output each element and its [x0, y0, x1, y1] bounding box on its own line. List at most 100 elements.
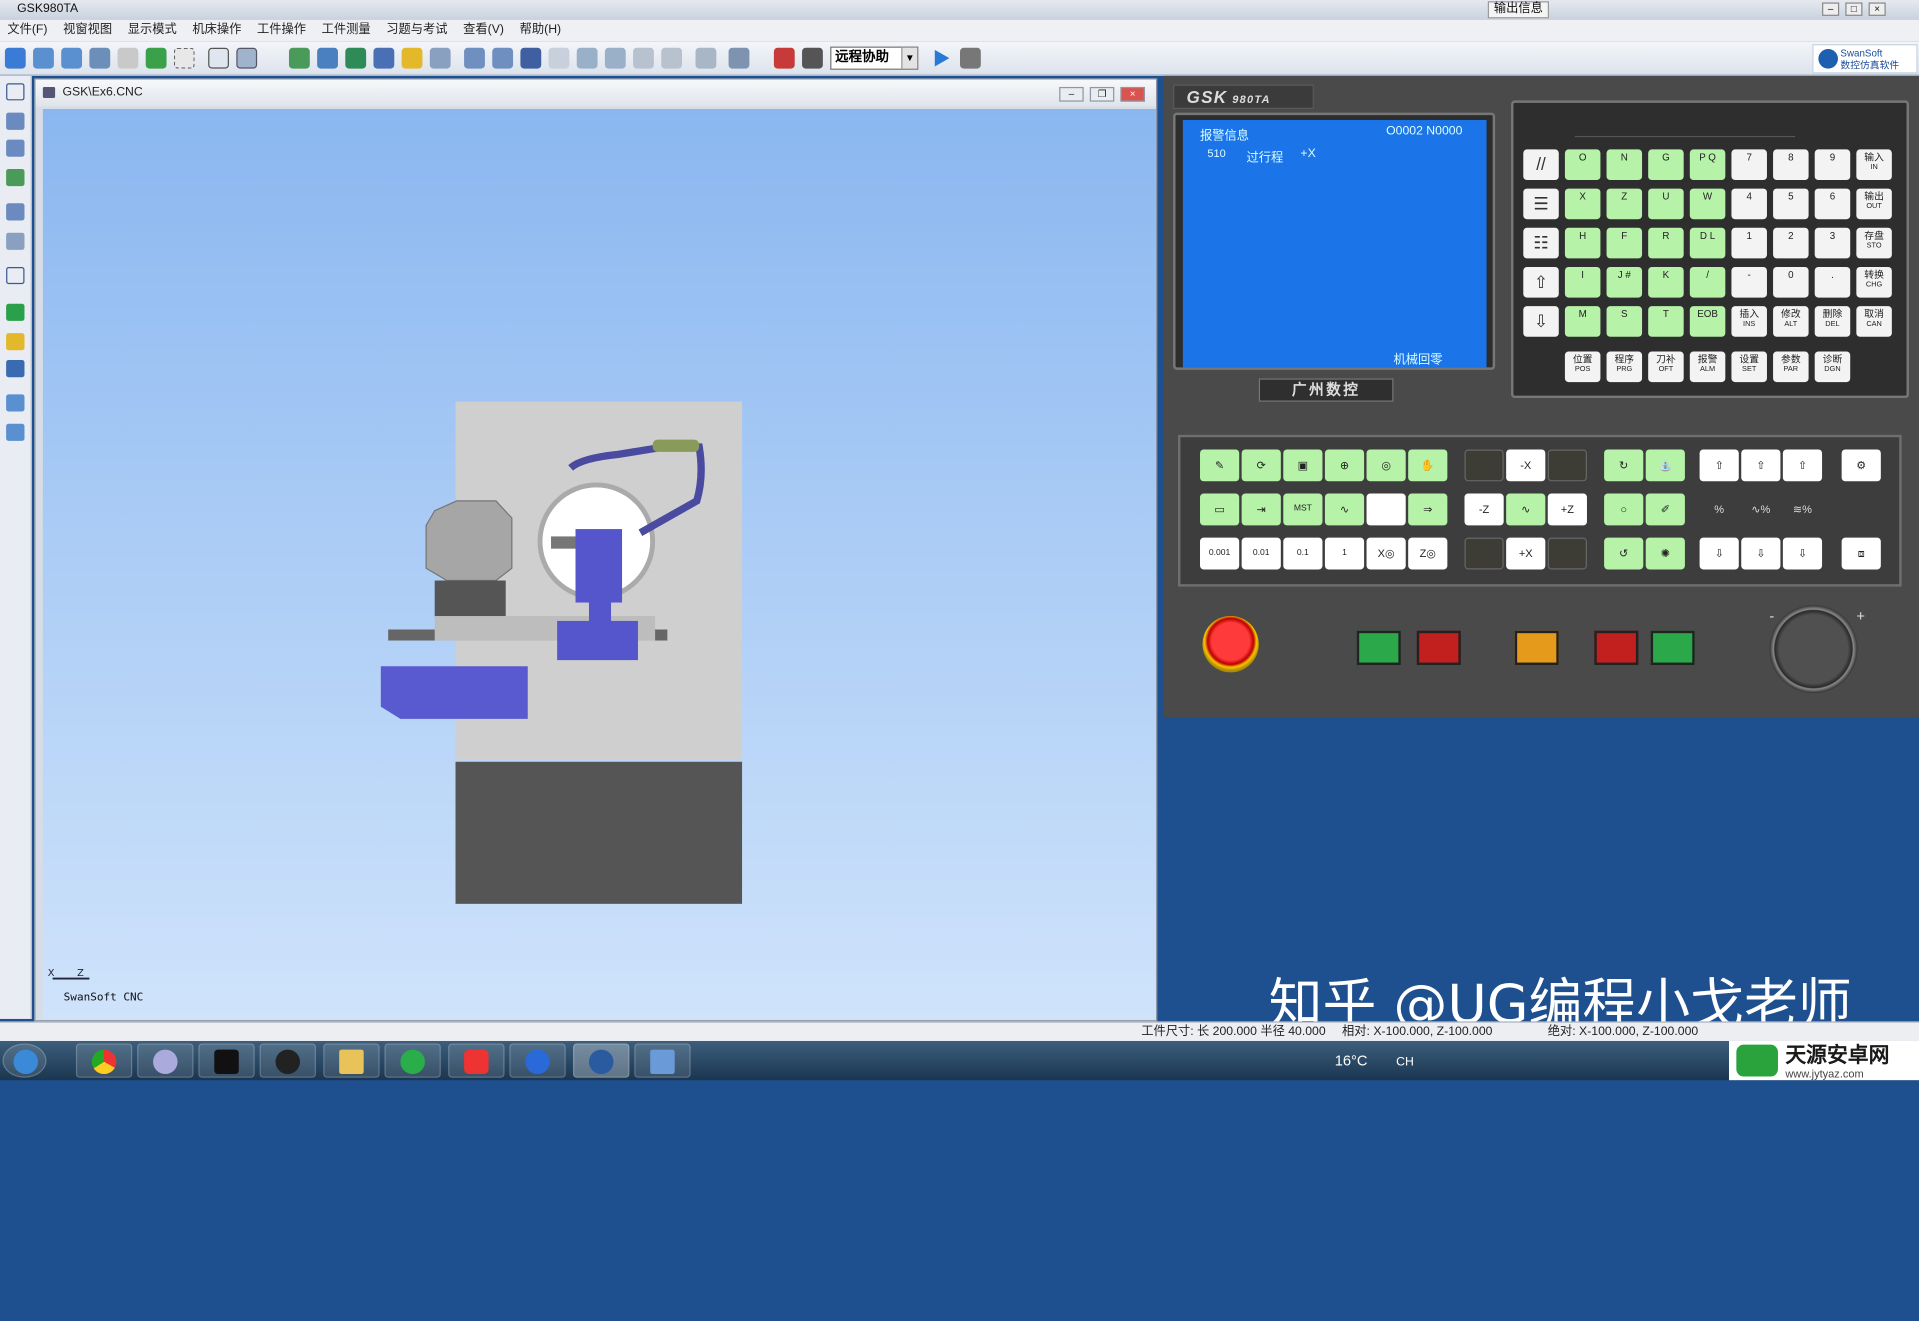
edit-mode-icon[interactable]: ✎ [1200, 449, 1240, 482]
coolant-icon[interactable] [345, 47, 367, 69]
search-icon[interactable] [6, 266, 25, 285]
key-h[interactable]: H [1564, 227, 1601, 259]
menu-display-mode[interactable]: 显示模式 [128, 23, 177, 36]
key-r[interactable]: R [1648, 227, 1684, 259]
tool-holder-icon[interactable] [576, 47, 598, 69]
taskbar-feishu[interactable] [509, 1043, 566, 1078]
step-1[interactable]: 1 [1324, 537, 1365, 570]
edit2-icon[interactable] [6, 139, 25, 157]
import-icon[interactable] [6, 394, 25, 412]
override-up-3[interactable]: ⇧ [1782, 449, 1823, 482]
weather-temp[interactable]: 16°C [1335, 1052, 1368, 1069]
map-icon[interactable] [6, 303, 25, 321]
key-prg[interactable]: 程序 PRG [1606, 351, 1643, 383]
globe-icon[interactable] [6, 232, 25, 250]
stack-icon[interactable] [6, 360, 25, 378]
menu-exercise[interactable]: 习题与考试 [386, 23, 447, 36]
key-j[interactable]: J # [1606, 266, 1643, 298]
stop-icon[interactable] [960, 47, 981, 69]
setup-icon[interactable] [429, 47, 451, 69]
program-restart-icon[interactable]: ⇒ [1408, 493, 1448, 526]
pencil-icon[interactable] [6, 169, 25, 187]
key-u[interactable]: U [1648, 188, 1684, 220]
rotate-icon[interactable] [145, 47, 167, 69]
taskbar-chrome[interactable] [75, 1043, 133, 1078]
ref-return-icon[interactable]: ⊕ [1324, 449, 1365, 482]
spindle-cw-icon[interactable]: ↻ [1604, 449, 1644, 482]
chevron-down-icon[interactable]: ▼ [901, 47, 918, 69]
pan-hand-icon[interactable] [117, 47, 139, 69]
key-t[interactable]: T [1648, 306, 1684, 337]
key-w[interactable]: W [1689, 188, 1726, 220]
skip-block-icon[interactable]: ⇥ [1241, 493, 1281, 526]
save-icon[interactable] [802, 47, 823, 69]
doc-key-icon[interactable]: ☷ [1523, 227, 1559, 259]
key-alter[interactable]: 修改 ALT [1773, 306, 1809, 337]
menu-machine-op[interactable]: 机床操作 [192, 23, 241, 36]
program-lock-button[interactable] [1594, 630, 1639, 666]
key-slash[interactable]: / [1689, 266, 1726, 298]
key-4[interactable]: 4 [1731, 188, 1767, 220]
menu-file[interactable]: 文件(F) [7, 23, 47, 36]
new-doc-icon[interactable] [6, 83, 25, 101]
doc-restore-icon[interactable]: ❐ [1089, 86, 1115, 102]
key-eob[interactable]: EOB [1689, 306, 1726, 337]
menu-view[interactable]: 查看(V) [463, 23, 504, 36]
key-dl[interactable]: D L [1689, 227, 1726, 259]
key-set[interactable]: 设置 SET [1731, 351, 1767, 383]
drill-icon[interactable] [633, 47, 654, 69]
cylinder4-icon[interactable] [548, 47, 570, 69]
mdi-mode-icon[interactable]: ▣ [1283, 449, 1323, 482]
mst-lock-icon[interactable]: MST [1283, 493, 1323, 526]
key-3[interactable]: 3 [1814, 227, 1851, 259]
key-z[interactable]: Z [1606, 188, 1643, 220]
single-block-icon[interactable]: ▭ [1200, 493, 1240, 526]
cylinder-icon[interactable] [464, 47, 485, 69]
taskbar-wechat[interactable] [384, 1043, 441, 1078]
menu-workpiece-op[interactable]: 工件操作 [257, 23, 306, 36]
minimize-icon[interactable]: – [1822, 2, 1840, 16]
open-icon[interactable] [4, 47, 26, 69]
lube-icon[interactable]: ✺ [1645, 537, 1685, 570]
override-up-2[interactable]: ⇧ [1741, 449, 1781, 482]
auto-mode-icon[interactable]: ⟳ [1241, 449, 1281, 482]
key-delete[interactable]: 删除 DEL [1814, 306, 1851, 337]
doc-close-icon[interactable]: × [1120, 86, 1145, 102]
key-6[interactable]: 6 [1814, 188, 1851, 220]
key-m[interactable]: M [1564, 306, 1601, 337]
rapid-icon[interactable]: ∿ [1506, 493, 1546, 526]
cylinder2-icon[interactable] [492, 47, 514, 69]
front-view-icon[interactable] [208, 47, 229, 69]
close-icon[interactable]: × [1868, 2, 1886, 16]
emergency-stop-button[interactable] [1202, 616, 1259, 673]
handwheel-knob[interactable] [1769, 605, 1858, 694]
step-001[interactable]: 0.01 [1241, 537, 1281, 570]
taskbar-recorder[interactable] [448, 1043, 505, 1078]
coolant-icon-btn[interactable]: ⛲ [1645, 449, 1685, 482]
key-o[interactable]: O [1564, 149, 1601, 181]
machine-3d-viewport[interactable]: X Z SwanSoft CNC [42, 108, 1156, 1019]
record-icon[interactable] [773, 47, 795, 69]
display-icon[interactable] [6, 203, 25, 221]
chuck-icon[interactable]: ⚙ [1841, 449, 1881, 482]
key-pos[interactable]: 位置 POS [1564, 351, 1601, 383]
output-info-tab[interactable]: 输出信息 [1487, 1, 1549, 19]
side-view-icon[interactable] [236, 47, 258, 69]
layer-icon[interactable] [6, 333, 25, 351]
key-dgn[interactable]: 诊断 DGN [1814, 351, 1851, 383]
key-output[interactable]: 输出 OUT [1856, 188, 1892, 220]
blank-button[interactable] [1366, 493, 1406, 526]
zoom-in-icon[interactable] [33, 47, 54, 69]
key-oft[interactable]: 刀补 OFT [1648, 351, 1684, 383]
down-arrow-icon[interactable]: ⇩ [1523, 306, 1559, 337]
program-protect-button[interactable] [1514, 630, 1559, 666]
measure-icon[interactable] [317, 47, 338, 69]
taskbar-app2[interactable] [137, 1043, 194, 1078]
zoom-out-icon[interactable] [61, 47, 83, 69]
jog-blank-2[interactable] [1547, 449, 1587, 482]
cycle-start-button[interactable] [1356, 630, 1401, 666]
key-5[interactable]: 5 [1773, 188, 1809, 220]
tool-icon[interactable] [288, 47, 310, 69]
door-switch-button[interactable] [1650, 630, 1695, 666]
jog-plus-x[interactable]: +X [1506, 537, 1546, 570]
